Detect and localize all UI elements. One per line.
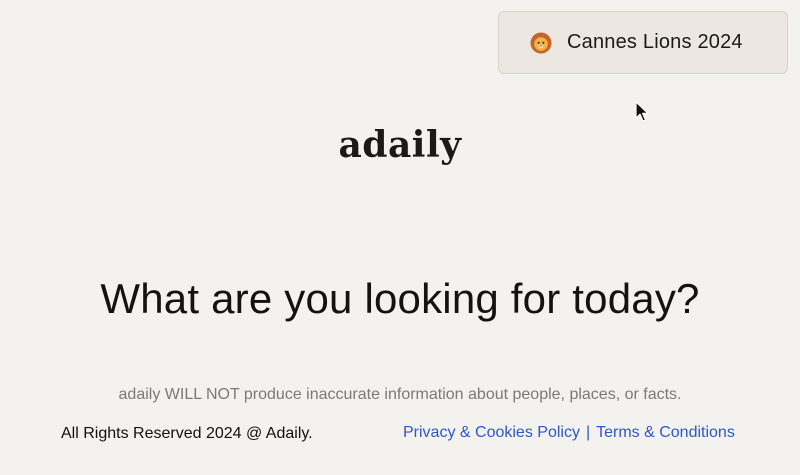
footer-separator: | (585, 424, 591, 441)
lion-face-icon (530, 32, 552, 53)
terms-conditions-link[interactable]: Terms & Conditions (596, 424, 735, 442)
cannes-lions-button[interactable]: Cannes Lions 2024 (498, 11, 788, 74)
mouse-pointer-icon (635, 101, 649, 122)
landing-page: Cannes Lions 2024 adaily What are you lo… (0, 0, 800, 475)
cannes-lions-label: Cannes Lions 2024 (567, 31, 743, 53)
page-headline: What are you looking for today? (100, 275, 700, 322)
privacy-policy-link[interactable]: Privacy & Cookies Policy (403, 424, 580, 442)
footer-links: Privacy & Cookies Policy | Terms & Condi… (403, 424, 735, 442)
adaily-logo[interactable]: adaily (0, 124, 800, 166)
copyright-text: All Rights Reserved 2024 @ Adaily. (61, 425, 313, 442)
disclaimer-text: adaily WILL NOT produce inaccurate infor… (118, 386, 682, 403)
